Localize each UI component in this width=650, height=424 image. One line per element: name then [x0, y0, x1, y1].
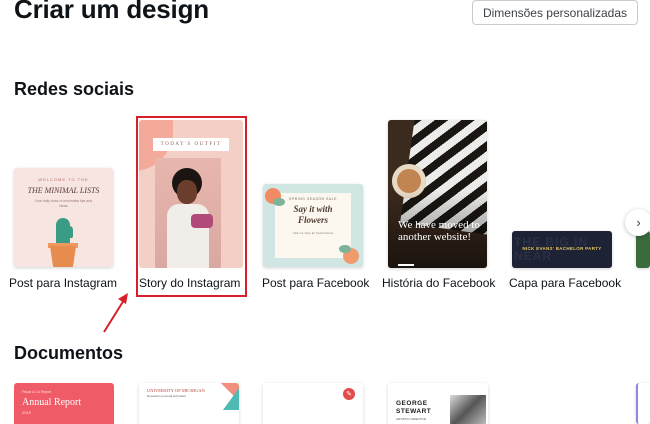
facebook-story-thumbnail[interactable]: We have moved to another website! — [388, 120, 487, 268]
card-label-facebook-story[interactable]: História do Facebook — [382, 276, 495, 290]
thumbnail-title: UNIVERSITY OF MICHIGAN — [147, 388, 205, 393]
thumbnail-small-text: Fiscal & Co Report — [22, 390, 52, 394]
section-title-documents: Documentos — [14, 343, 124, 363]
thumbnail-year: 2019 — [22, 410, 31, 415]
thumbnail-subtitle: Your daily dose of minimalist tips and i… — [34, 199, 93, 208]
annual-report-thumbnail[interactable]: Fiscal & Co Report Annual Report 2019 — [14, 383, 114, 424]
custom-dimensions-button[interactable]: Dimensões personalizadas — [472, 0, 638, 25]
selection-highlight-box — [136, 116, 247, 297]
cactus-arm — [66, 226, 73, 238]
section-title-social: Redes sociais — [14, 79, 135, 99]
thumbnail-lines: Research proposal submitted — [147, 394, 187, 398]
thumbnail-name-line1: GEORGE — [396, 400, 428, 407]
thumbnail-title-line2: Flowers — [297, 215, 328, 225]
page-title: Criar um design — [14, 0, 209, 24]
instagram-post-thumbnail[interactable]: WELCOME TO THE THE MINIMAL LISTS Your da… — [14, 168, 113, 267]
thumbnail-small-text: SPRING SEASON SALE — [289, 197, 337, 201]
thumbnail-title-line1: Say it with — [293, 204, 333, 214]
partial-document-thumbnail[interactable] — [636, 383, 650, 424]
thumbnail-name: GEORGE STEWART — [396, 400, 431, 416]
card-label-instagram-post[interactable]: Post para Instagram — [9, 276, 117, 290]
portrait-photo — [450, 395, 486, 424]
card-label-facebook-post[interactable]: Post para Facebook — [262, 276, 369, 290]
thumbnail-name-line2: STEWART — [396, 408, 432, 415]
resume-thumbnail[interactable]: GEORGE STEWART ARTISTIC DIRECTOR — [388, 383, 488, 424]
letter-document-thumbnail[interactable]: ✎ — [263, 383, 363, 424]
thumbnail-title: Say it with Flowers — [263, 204, 363, 226]
university-document-thumbnail[interactable]: UNIVERSITY OF MICHIGAN Research proposal… — [139, 383, 239, 424]
thumbnail-title: NICK EVANS' BACHELOR PARTY — [522, 246, 602, 251]
thumbnail-title: Annual Report — [22, 397, 82, 408]
pot-illustration — [50, 246, 76, 267]
facebook-cover-thumbnail[interactable]: THE BIG IN NEAR NICK EVANS' BACHELOR PAR… — [512, 231, 612, 268]
thumbnail-role: ARTISTIC DIRECTOR — [396, 417, 427, 421]
thumbnail-caption: Visit our shop for fresh blooms — [292, 231, 334, 235]
progress-bar — [398, 264, 414, 266]
arrow-head — [118, 293, 128, 304]
thumbnail-title: THE MINIMAL LISTS — [27, 186, 100, 195]
arrow-shaft — [103, 299, 125, 333]
partial-thumbnail[interactable] — [636, 231, 650, 268]
thumbnail-header: WELCOME TO THE — [38, 177, 89, 182]
chevron-right-icon: › — [636, 215, 641, 230]
facebook-post-thumbnail[interactable]: SPRING SEASON SALE Say it with Flowers V… — [263, 184, 363, 267]
logo-badge-icon: ✎ — [343, 388, 355, 400]
thumbnail-title: We have moved to another website! — [398, 219, 480, 243]
card-label-facebook-cover[interactable]: Capa para Facebook — [509, 276, 621, 290]
leaf-decoration — [339, 245, 351, 253]
carousel-next-button[interactable]: › — [625, 209, 650, 236]
